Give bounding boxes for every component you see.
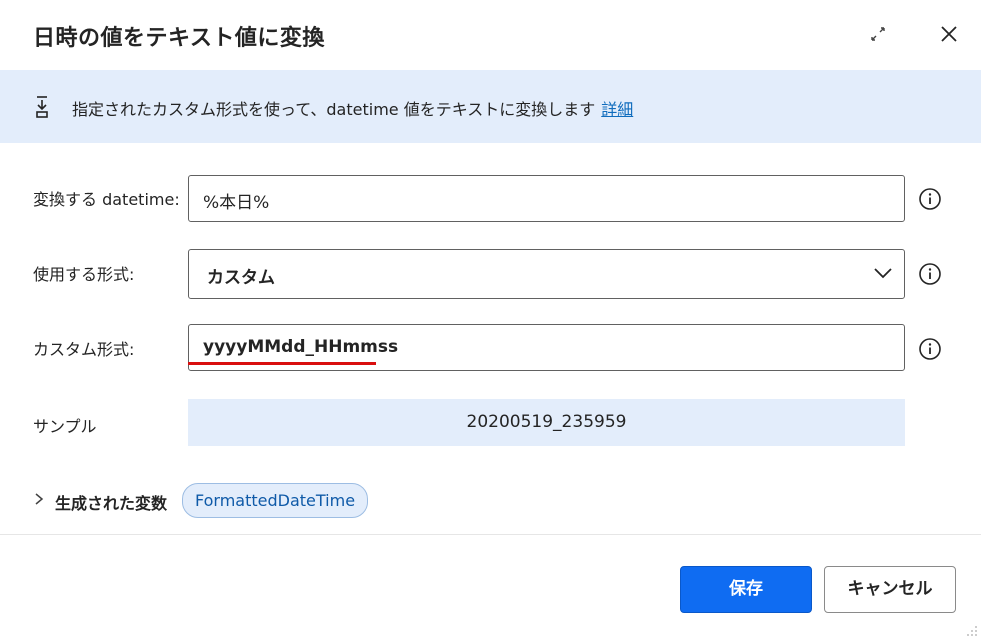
- generated-variables-label: 生成された変数: [55, 494, 168, 513]
- details-link[interactable]: 詳細: [601, 100, 633, 119]
- info-icon[interactable]: [918, 187, 942, 211]
- close-icon: [941, 26, 957, 42]
- datetime-label: 変換する datetime:: [33, 190, 180, 209]
- format-selected-value: カスタム: [207, 268, 275, 288]
- datetime-input[interactable]: %本日%: [188, 175, 905, 222]
- format-label: 使用する形式:: [33, 265, 135, 284]
- dialog-title: 日時の値をテキスト値に変換: [33, 26, 325, 51]
- highlight-underline: [188, 362, 376, 365]
- footer-divider: [0, 534, 981, 535]
- variable-chip[interactable]: FormattedDateTime: [182, 483, 369, 518]
- close-button[interactable]: [937, 22, 961, 46]
- format-select[interactable]: カスタム: [188, 249, 905, 299]
- title-bar: 日時の値をテキスト値に変換: [0, 0, 981, 70]
- info-icon[interactable]: [918, 337, 942, 361]
- convert-datetime-dialog: 日時の値をテキスト値に変換 指定されたカスタム形式を使って、datetime 値…: [0, 0, 981, 640]
- convert-icon: [36, 96, 48, 118]
- save-button[interactable]: 保存: [680, 566, 812, 613]
- expand-button[interactable]: [866, 22, 890, 46]
- cancel-button[interactable]: キャンセル: [824, 566, 956, 613]
- custom-format-label: カスタム形式:: [33, 340, 135, 359]
- banner-description: 指定されたカスタム形式を使って、datetime 値をテキストに変換します 詳細: [72, 96, 633, 120]
- chevron-down-icon: [874, 268, 892, 279]
- info-banner: 指定されたカスタム形式を使って、datetime 値をテキストに変換します 詳細: [0, 70, 981, 143]
- expand-icon: [871, 27, 885, 41]
- banner-text: 指定されたカスタム形式を使って、datetime 値をテキストに変換します: [72, 100, 596, 119]
- sample-output: 20200519_235959: [188, 399, 905, 446]
- resize-grip-icon[interactable]: [966, 625, 978, 637]
- info-icon[interactable]: [918, 262, 942, 286]
- sample-label: サンプル: [33, 417, 97, 436]
- chevron-right-icon: [35, 493, 44, 505]
